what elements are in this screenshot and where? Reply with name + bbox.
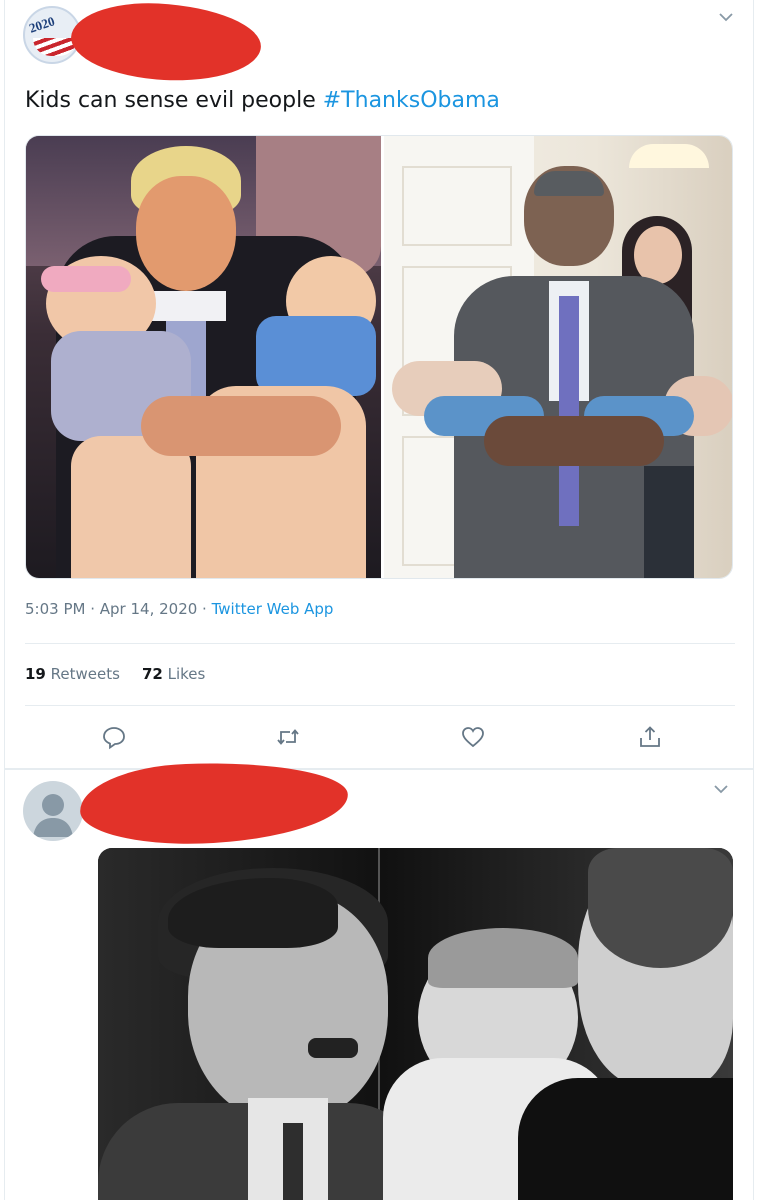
tweet-time[interactable]: 5:03 PM: [25, 600, 85, 618]
tweet-separator: [5, 768, 753, 770]
chevron-down-icon[interactable]: [717, 8, 735, 26]
reply-button[interactable]: [101, 724, 127, 750]
default-avatar-silhouette-icon: [33, 794, 73, 837]
likes-label: Likes: [167, 665, 206, 683]
share-icon: [640, 726, 660, 747]
redacted-username: [69, 0, 263, 85]
retweets-stat[interactable]: 19 Retweets: [25, 665, 120, 683]
likes-stat[interactable]: 72 Likes: [142, 665, 205, 683]
divider: [25, 705, 735, 706]
divider: [25, 643, 735, 644]
photo-trump-babies[interactable]: [26, 136, 381, 578]
reply-icon: [103, 727, 125, 750]
share-button[interactable]: [637, 724, 663, 750]
retweets-count: 19: [25, 665, 46, 683]
avatar-badge-text: 2020: [27, 13, 57, 36]
tweet-card[interactable]: 2020 Kids can sense evil people #ThanksO…: [5, 0, 753, 768]
heart-icon: [462, 727, 484, 748]
retweet-icon: [277, 729, 299, 745]
photo-black-white-baby[interactable]: [98, 848, 733, 1200]
default-avatar-icon[interactable]: [23, 781, 83, 841]
tweet-text-body: Kids can sense evil people: [25, 88, 323, 113]
hashtag-link[interactable]: #ThanksObama: [323, 88, 500, 113]
meta-separator: ·: [85, 600, 100, 618]
tweet-text: Kids can sense evil people #ThanksObama: [25, 88, 500, 113]
tweet-timestamp: 5:03 PM · Apr 14, 2020 · Twitter Web App: [25, 600, 333, 618]
chevron-down-icon[interactable]: [712, 780, 730, 798]
like-button[interactable]: [460, 724, 486, 750]
likes-count: 72: [141, 665, 163, 683]
meta-separator: ·: [197, 600, 212, 618]
retweet-button[interactable]: [275, 724, 301, 750]
tweet-date[interactable]: Apr 14, 2020: [100, 600, 198, 618]
retweets-label: Retweets: [50, 665, 120, 683]
tweet-source-link[interactable]: Twitter Web App: [212, 600, 334, 618]
redacted-username: [78, 758, 350, 848]
tweet-stats: 19 Retweets 72 Likes: [25, 665, 205, 683]
frame-border-right: [753, 0, 754, 1200]
photo-obama-babies[interactable]: [384, 136, 732, 578]
tweet-media-grid[interactable]: [25, 135, 733, 579]
